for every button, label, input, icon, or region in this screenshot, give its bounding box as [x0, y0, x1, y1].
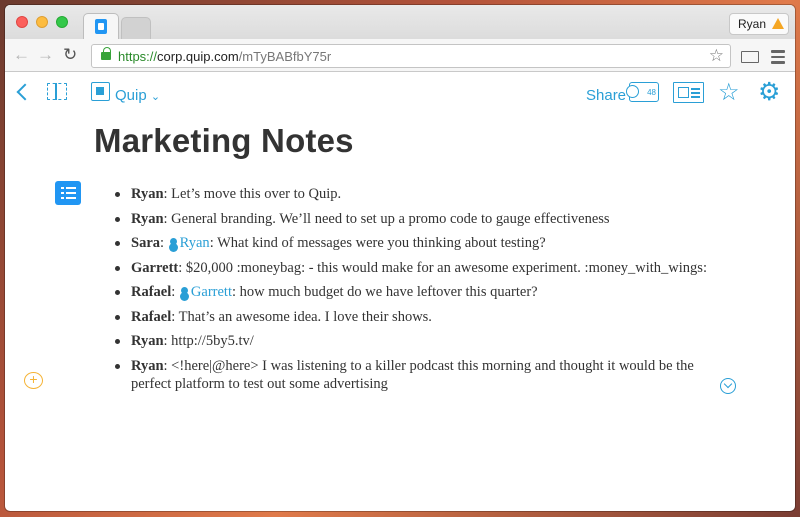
- url-scheme: https://: [118, 49, 158, 64]
- list-item[interactable]: Garrett: $20,000 :moneybag: - this would…: [115, 259, 715, 278]
- sidebar-toggle-icon[interactable]: [47, 83, 67, 100]
- author-name: Rafael: [131, 308, 172, 325]
- author-name: Ryan: [131, 210, 164, 227]
- favorite-star-icon[interactable]: ☆: [718, 78, 740, 107]
- author-name: Garrett: [131, 259, 179, 276]
- workspace-label: Quip: [115, 87, 147, 104]
- list-item[interactable]: Rafael: That’s an awesome idea. I love t…: [115, 308, 715, 327]
- address-bar[interactable]: https://corp.quip.com/mTyBABfbY75r ☆: [91, 44, 731, 68]
- document-icon: [95, 19, 107, 34]
- lock-icon: [101, 47, 111, 60]
- list-format-icon[interactable]: [55, 181, 81, 205]
- cast-icon[interactable]: [741, 51, 759, 63]
- members-icon[interactable]: 48: [626, 82, 659, 102]
- chevron-down-circle-icon[interactable]: [720, 378, 736, 394]
- browser-tab-active[interactable]: [83, 13, 119, 40]
- document-title[interactable]: Marketing Notes: [94, 122, 354, 160]
- back-arrow-icon[interactable]: ←: [13, 45, 30, 65]
- message-text: : What kind of messages were you thinkin…: [209, 235, 546, 251]
- user-mention[interactable]: Ryan: [168, 235, 210, 251]
- author-name: Ryan: [131, 333, 164, 349]
- mention-separator: :: [171, 284, 179, 300]
- message-text: : how much budget do we have leftover th…: [231, 284, 538, 300]
- gear-icon[interactable]: ⚙: [758, 77, 780, 107]
- message-text: : $20,000 :moneybag: - this would make f…: [178, 259, 707, 276]
- forward-arrow-icon[interactable]: →: [37, 45, 54, 65]
- home-icon[interactable]: [91, 82, 110, 101]
- author-name: Ryan: [131, 186, 164, 202]
- message-text: : Let’s move this over to Quip.: [163, 186, 342, 202]
- warning-icon: [772, 18, 784, 29]
- message-text: : http://5by5.tv/: [163, 333, 254, 349]
- author-name: Ryan: [131, 357, 164, 374]
- add-comment-icon[interactable]: +: [24, 372, 43, 389]
- document-gallery-icon[interactable]: [673, 82, 704, 103]
- message-text: : That’s an awesome idea. I love their s…: [171, 308, 432, 325]
- close-window-button[interactable]: [16, 16, 28, 28]
- tab-bar: Ryan: [5, 5, 795, 40]
- list-item[interactable]: Rafael: Garrett: how much budget do we h…: [115, 283, 715, 302]
- reload-icon[interactable]: ↻: [63, 45, 77, 65]
- list-item[interactable]: Ryan: Let’s move this over to Quip.: [115, 185, 715, 204]
- url-host: corp.quip.com: [157, 49, 239, 64]
- message-list: Ryan: Let’s move this over to Quip. Ryan…: [115, 185, 715, 400]
- author-name: Sara: [131, 235, 160, 251]
- chevron-left-icon[interactable]: [16, 83, 34, 101]
- profile-name: Ryan: [738, 17, 767, 31]
- workspace-menu[interactable]: Quip ⌄: [115, 87, 160, 104]
- mention-separator: :: [160, 235, 168, 251]
- message-text: : General branding. We’ll need to set up…: [163, 210, 610, 227]
- list-item[interactable]: Ryan: <!here|@here> I was listening to a…: [115, 357, 715, 394]
- list-item[interactable]: Ryan: http://5by5.tv/: [115, 332, 715, 351]
- bookmark-star-icon[interactable]: ☆: [709, 46, 724, 66]
- app-toolbar: Quip ⌄ Share 48 ☆ ⚙: [5, 73, 795, 113]
- navigation-bar: ← → ↻ https://corp.quip.com/mTyBABfbY75r…: [5, 39, 795, 72]
- zoom-window-button[interactable]: [56, 16, 68, 28]
- minimize-window-button[interactable]: [36, 16, 48, 28]
- new-tab-button[interactable]: [121, 17, 151, 39]
- list-item[interactable]: Ryan: General branding. We’ll need to se…: [115, 210, 715, 229]
- profile-button[interactable]: Ryan: [729, 13, 789, 35]
- browser-menu-icon[interactable]: [771, 50, 785, 67]
- author-name: Rafael: [131, 284, 172, 300]
- message-text: : <!here|@here> I was listening to a kil…: [131, 357, 694, 393]
- url-path: /mTyBABfbY75r: [238, 49, 332, 64]
- member-count: 48: [647, 88, 656, 97]
- user-mention[interactable]: Garrett: [179, 284, 232, 300]
- chevron-down-icon: ⌄: [150, 91, 161, 103]
- share-button[interactable]: Share: [586, 87, 626, 104]
- browser-window: Ryan ← → ↻ https://corp.quip.com/mTyBABf…: [5, 5, 795, 511]
- list-item[interactable]: Sara: Ryan: What kind of messages were y…: [115, 234, 715, 253]
